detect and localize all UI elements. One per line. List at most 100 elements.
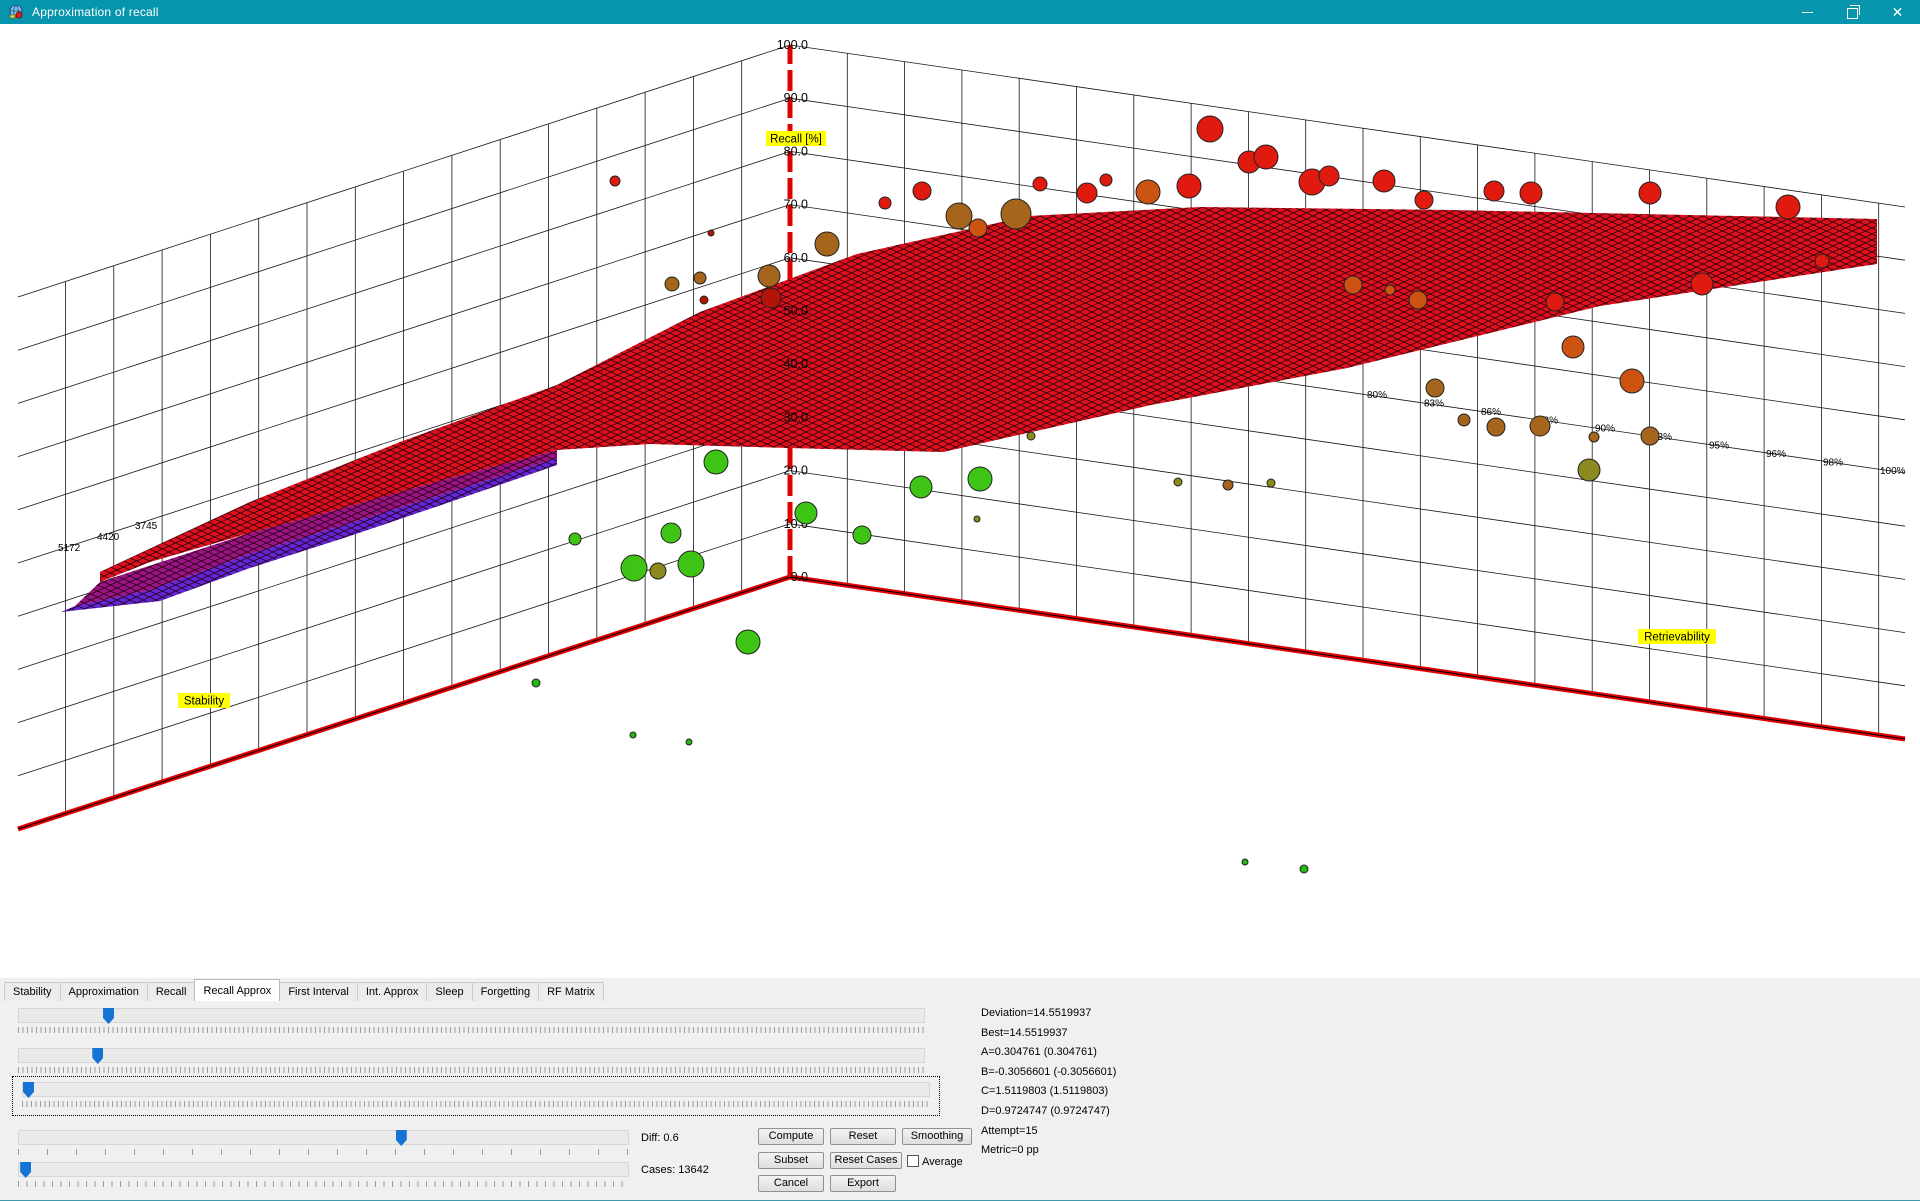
- cases-slider-ticks: [18, 1181, 629, 1187]
- data-bubble: [1077, 183, 1097, 203]
- data-bubble: [758, 265, 780, 287]
- data-bubble: [665, 277, 679, 291]
- data-bubble: [1546, 293, 1564, 311]
- data-bubble: [708, 230, 714, 236]
- slider-3-thumb[interactable]: [23, 1082, 34, 1098]
- data-bubble: [1426, 379, 1444, 397]
- data-bubble: [694, 272, 706, 284]
- cancel-button[interactable]: Cancel: [758, 1175, 824, 1192]
- data-bubble: [1223, 480, 1233, 490]
- stat-line: B=-0.3056601 (-0.3056601): [981, 1063, 1116, 1083]
- recall-tick: 60.0: [784, 251, 808, 265]
- retrievability-axis-label: Retrievability: [1638, 629, 1716, 644]
- data-bubble: [795, 502, 817, 524]
- slider-2-ticks: [18, 1067, 925, 1073]
- average-checkbox[interactable]: [907, 1155, 919, 1167]
- data-bubble: [678, 551, 704, 577]
- data-bubble: [913, 182, 931, 200]
- restore-button[interactable]: [1830, 0, 1875, 24]
- minimize-button[interactable]: [1785, 0, 1830, 24]
- data-bubble: [815, 232, 839, 256]
- minimize-icon: [1802, 12, 1813, 13]
- tab-approximation[interactable]: Approximation: [60, 982, 148, 1001]
- tab-rf-matrix[interactable]: RF Matrix: [538, 982, 604, 1001]
- window-controls: ✕: [1785, 0, 1920, 24]
- close-icon: ✕: [1892, 5, 1904, 19]
- recall-tick: 50.0: [784, 304, 808, 318]
- retrievability-tick: 100%: [1880, 466, 1906, 477]
- tab-recall-approx[interactable]: Recall Approx: [194, 979, 280, 1001]
- data-bubble: [1001, 199, 1031, 229]
- retrievability-tick: 95%: [1709, 441, 1729, 452]
- tab-stability[interactable]: Stability: [4, 982, 61, 1001]
- data-bubble: [1409, 291, 1427, 309]
- close-button[interactable]: ✕: [1875, 0, 1920, 24]
- reset-button[interactable]: Reset: [830, 1128, 896, 1145]
- data-bubble: [621, 555, 647, 581]
- tab-recall[interactable]: Recall: [147, 982, 196, 1001]
- data-bubble: [650, 563, 666, 579]
- data-bubble: [1100, 174, 1112, 186]
- cases-slider-thumb[interactable]: [20, 1162, 31, 1178]
- data-bubble: [736, 630, 760, 654]
- data-bubble: [630, 732, 636, 738]
- data-bubble: [1458, 414, 1470, 426]
- recall-tick: 20.0: [784, 464, 808, 478]
- stats-panel: Deviation=14.5519937Best=14.5519937A=0.3…: [981, 1004, 1116, 1161]
- stat-line: Attempt=15: [981, 1122, 1116, 1142]
- reset-cases-button[interactable]: Reset Cases: [830, 1152, 902, 1169]
- tab-first-interval[interactable]: First Interval: [279, 982, 358, 1001]
- data-bubble: [1300, 865, 1308, 873]
- data-bubble: [1776, 195, 1800, 219]
- plot-area: 0.010.020.030.040.050.060.070.080.090.01…: [0, 24, 1920, 978]
- data-bubble: [1254, 145, 1278, 169]
- data-bubble: [1344, 276, 1362, 294]
- svg-text:Recall [%]: Recall [%]: [770, 134, 822, 146]
- slider-1-thumb[interactable]: [103, 1008, 114, 1024]
- recall-tick: 70.0: [784, 198, 808, 212]
- cases-slider-label: Cases: 13642: [641, 1164, 709, 1176]
- cases-slider-track[interactable]: [18, 1162, 629, 1177]
- svg-text:Stability: Stability: [184, 696, 225, 708]
- data-bubble: [1641, 427, 1659, 445]
- data-bubble: [946, 203, 972, 229]
- compute-button[interactable]: Compute: [758, 1128, 824, 1145]
- data-bubble: [1415, 191, 1433, 209]
- data-bubble: [1197, 116, 1223, 142]
- data-bubble: [1487, 418, 1505, 436]
- smoothing-button[interactable]: Smoothing: [902, 1128, 972, 1145]
- recall-axis-label: Recall [%]: [766, 131, 826, 146]
- slider-1-ticks: [18, 1027, 925, 1033]
- diff-slider-track[interactable]: [18, 1130, 629, 1145]
- slider-2-track[interactable]: [18, 1048, 925, 1063]
- recall-tick: 90.0: [784, 91, 808, 105]
- export-button[interactable]: Export: [830, 1175, 896, 1192]
- data-bubble: [1385, 285, 1395, 295]
- slider-3-ticks: [22, 1101, 930, 1107]
- subset-button[interactable]: Subset: [758, 1152, 824, 1169]
- stability-axis-label: Stability: [178, 693, 230, 708]
- stability-tick-labels: 517244203745: [58, 521, 158, 554]
- recall-tick: 30.0: [784, 410, 808, 424]
- tab-forgetting[interactable]: Forgetting: [472, 982, 540, 1001]
- window-title: Approximation of recall: [32, 5, 159, 19]
- recall-tick: 100.0: [777, 38, 808, 52]
- average-label: Average: [922, 1156, 963, 1168]
- restore-icon: [1847, 8, 1858, 19]
- data-bubble: [569, 533, 581, 545]
- tab-sleep[interactable]: Sleep: [426, 982, 472, 1001]
- slider-2-thumb[interactable]: [92, 1048, 103, 1064]
- stat-line: Best=14.5519937: [981, 1024, 1116, 1044]
- slider-3-track[interactable]: [22, 1082, 930, 1097]
- data-bubble: [879, 197, 891, 209]
- data-bubble: [1267, 479, 1275, 487]
- stability-tick: 5172: [58, 543, 81, 554]
- diff-slider-thumb[interactable]: [396, 1130, 407, 1146]
- retrievability-tick: 86%: [1481, 407, 1501, 418]
- slider-1-track[interactable]: [18, 1008, 925, 1023]
- retrievability-tick: 90%: [1595, 424, 1615, 435]
- stability-tick: 3745: [135, 521, 158, 532]
- stat-line: Metric=0 pp: [981, 1141, 1116, 1161]
- diff-slider-ticks: [18, 1149, 629, 1155]
- tab-int-approx[interactable]: Int. Approx: [357, 982, 428, 1001]
